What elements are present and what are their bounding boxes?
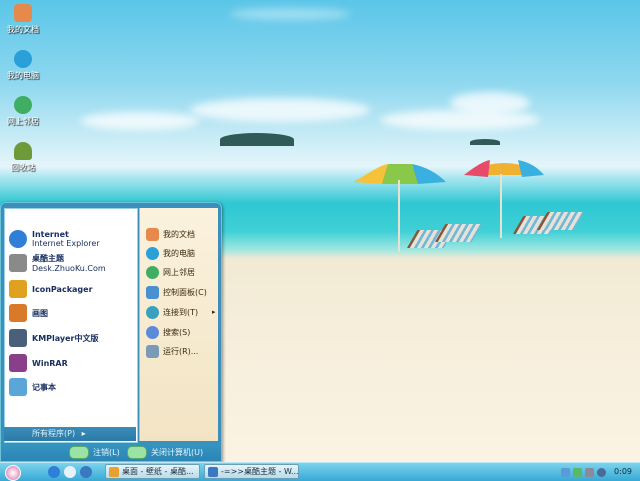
desktop-icon-my-documents[interactable]: 我的文档 [0, 4, 46, 35]
zhuoku-icon [9, 254, 27, 272]
notepad-icon [9, 378, 27, 396]
task-label: -=>>桌酷主题 - W... [221, 467, 298, 476]
window-icon [208, 466, 218, 477]
places-label: 运行(R)... [163, 346, 199, 356]
start-item-winrar[interactable]: WinRAR [9, 351, 135, 375]
logoff-button[interactable]: 注销(L) [69, 446, 120, 459]
computer-icon [14, 50, 32, 68]
documents-folder-icon [14, 4, 32, 22]
places-label: 网上邻居 [163, 267, 195, 277]
tray-volume-icon[interactable] [585, 467, 594, 477]
arrow-right-icon: ▸ [81, 429, 86, 438]
start-item-zhuoku[interactable]: 桌酷主题 Desk.ZhuoKu.Com [9, 251, 135, 275]
task-label: 桌面 - 壁纸 - 桌酷... [122, 467, 194, 476]
start-button[interactable] [5, 465, 21, 481]
start-item-subtitle: Internet Explorer [32, 239, 100, 248]
connect-globe-icon [146, 305, 159, 319]
places-search[interactable]: 搜索(S) [146, 324, 218, 340]
places-my-documents[interactable]: 我的文档 [146, 226, 218, 242]
beach-umbrella-left [354, 164, 446, 184]
desktop-icon-label: 网上邻居 [7, 117, 39, 126]
logoff-icon [69, 446, 89, 459]
clock: 0:09 [614, 467, 632, 476]
browser-icon [109, 466, 119, 477]
taskbar-window-browser[interactable]: 桌面 - 壁纸 - 桌酷... [105, 464, 200, 479]
start-item-internet[interactable]: Internet Internet Explorer [9, 227, 135, 251]
start-menu-footer: 注销(L) 关闭计算机(U) [1, 444, 221, 461]
start-item-paint[interactable]: 画图 [9, 301, 135, 325]
places-my-computer[interactable]: 我的电脑 [146, 245, 218, 261]
deck-chair [434, 224, 483, 242]
start-item-label: IconPackager [32, 284, 93, 294]
iconpackager-icon [9, 280, 27, 298]
kmplayer-icon [9, 329, 27, 347]
start-item-notepad[interactable]: 记事本 [9, 375, 135, 399]
control-panel-icon [146, 285, 159, 299]
search-icon [146, 325, 159, 339]
computer-icon [146, 246, 159, 260]
desktop-icon-label: 回收站 [11, 163, 35, 172]
desktop-icon-network[interactable]: 网上邻居 [0, 96, 46, 127]
all-programs-label: 所有程序(P) [32, 429, 76, 438]
start-menu-programs-pane: Internet Internet Explorer 桌酷主题 Desk.Zhu… [4, 208, 138, 443]
start-menu: Internet Internet Explorer 桌酷主题 Desk.Zhu… [0, 202, 222, 462]
tray-butterfly-icon[interactable] [561, 467, 570, 477]
winrar-icon [9, 354, 27, 372]
tray-settings-icon[interactable] [597, 467, 606, 477]
places-label: 我的电脑 [163, 248, 195, 258]
places-run[interactable]: 运行(R)... [146, 343, 218, 359]
deck-chair [536, 212, 585, 230]
places-label: 控制面板(C) [163, 287, 207, 297]
start-item-kmplayer[interactable]: KMPlayer中文版 [9, 326, 135, 350]
places-network[interactable]: 网上邻居 [146, 264, 218, 280]
paint-icon [9, 304, 27, 322]
taskbar: 桌面 - 壁纸 - 桌酷... -=>>桌酷主题 - W... 0:09 [0, 462, 640, 481]
logoff-label: 注销(L) [93, 448, 120, 457]
run-icon [146, 344, 159, 358]
arrow-right-icon: ▸ [212, 308, 216, 316]
places-label: 搜索(S) [163, 327, 191, 337]
places-connect-to[interactable]: 连接到(T) ▸ [146, 304, 218, 320]
desktop-icon-my-computer[interactable]: 我的电脑 [0, 50, 46, 81]
start-item-iconpackager[interactable]: IconPackager [9, 277, 135, 301]
recycle-bin-plant-icon [14, 142, 32, 160]
network-globe-icon [146, 265, 159, 279]
network-globe-icon [14, 96, 32, 114]
start-item-subtitle: Desk.ZhuoKu.Com [32, 264, 106, 273]
desktop-icon-label: 我的文档 [7, 25, 39, 34]
places-control-panel[interactable]: 控制面板(C) [146, 284, 218, 300]
start-item-label: 记事本 [32, 382, 56, 392]
desktop-icon-recycle-bin[interactable]: 回收站 [0, 142, 46, 173]
shutdown-label: 关闭计算机(U) [151, 448, 204, 457]
quicklaunch-media-icon[interactable] [80, 466, 92, 478]
ie-icon [9, 230, 27, 248]
quicklaunch-ie-icon[interactable] [48, 466, 60, 478]
shutdown-icon [127, 446, 147, 459]
start-item-label: WinRAR [32, 358, 68, 368]
places-label: 连接到(T) [163, 307, 199, 317]
all-programs-button[interactable]: 所有程序(P) ▸ [4, 427, 136, 441]
quicklaunch-desktop-icon[interactable] [64, 466, 76, 478]
desktop-icon-label: 我的电脑 [7, 71, 39, 80]
start-item-title: Internet [32, 230, 69, 239]
taskbar-window-zhuoku[interactable]: -=>>桌酷主题 - W... [204, 464, 299, 479]
shutdown-button[interactable]: 关闭计算机(U) [127, 446, 203, 459]
places-label: 我的文档 [163, 229, 195, 239]
beach-umbrella-right [464, 160, 544, 177]
tray-network-icon[interactable] [573, 467, 582, 477]
start-item-label: 画图 [32, 308, 48, 318]
start-menu-places-pane: 我的文档 我的电脑 网上邻居 控制面板(C) 连接到(T) ▸ 搜索(S) 运行… [139, 208, 218, 441]
start-item-label: KMPlayer中文版 [32, 333, 99, 343]
documents-folder-icon [146, 227, 159, 241]
start-item-title: 桌酷主题 [32, 254, 64, 263]
